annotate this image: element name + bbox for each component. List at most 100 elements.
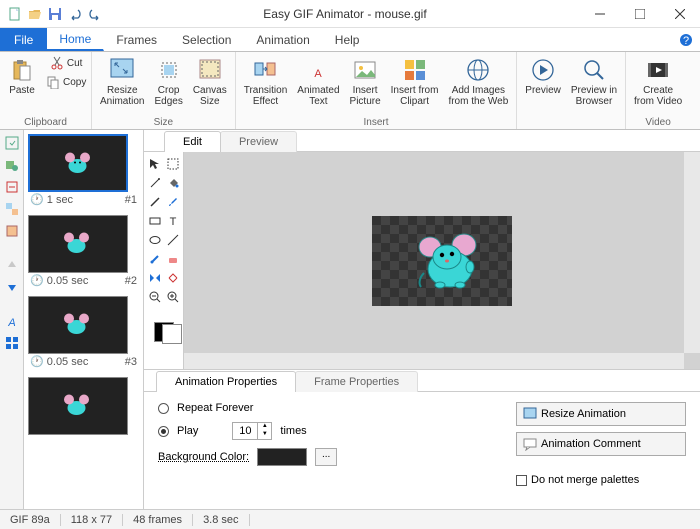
crop-edges-button[interactable]: Crop Edges bbox=[150, 54, 186, 109]
file-menu[interactable]: File bbox=[0, 28, 47, 51]
arrow-down-icon[interactable] bbox=[3, 278, 21, 296]
tool-palette: T bbox=[144, 152, 184, 369]
transition-effect-button[interactable]: Transition Effect bbox=[240, 54, 292, 109]
rail-icon-1[interactable] bbox=[3, 134, 21, 152]
frame-1[interactable]: 🕐 1 sec#1 bbox=[28, 134, 139, 207]
pencil-tool[interactable] bbox=[147, 194, 163, 210]
minimize-button[interactable] bbox=[580, 0, 620, 28]
resize-animation-button[interactable]: Resize Animation bbox=[96, 54, 148, 109]
rail-icon-5[interactable] bbox=[3, 222, 21, 240]
arrow-up-icon[interactable] bbox=[3, 256, 21, 274]
eyedropper-tool[interactable] bbox=[147, 251, 163, 267]
vertical-scrollbar[interactable] bbox=[684, 152, 700, 353]
magnify-icon bbox=[580, 56, 608, 84]
play-count-spinner[interactable]: ▲▼ bbox=[232, 422, 272, 440]
canvas-icon bbox=[196, 56, 224, 84]
text-tool[interactable]: T bbox=[165, 213, 181, 229]
globe-icon bbox=[464, 56, 492, 84]
line-tool[interactable] bbox=[165, 232, 181, 248]
rail-icon-3[interactable] bbox=[3, 178, 21, 196]
animation-comment-link[interactable]: Animation Comment bbox=[516, 432, 686, 456]
svg-text:?: ? bbox=[683, 35, 689, 47]
bucket-tool[interactable] bbox=[165, 175, 181, 191]
tab-home[interactable]: Home bbox=[47, 28, 104, 51]
menu-bar: File Home Frames Selection Animation Hel… bbox=[0, 28, 700, 52]
tab-animation[interactable]: Animation bbox=[244, 28, 322, 51]
frame-2[interactable]: 🕐 0.05 sec#2 bbox=[28, 215, 139, 288]
tab-frames[interactable]: Frames bbox=[104, 28, 170, 51]
quick-access-toolbar bbox=[0, 5, 110, 23]
rail-icon-2[interactable] bbox=[3, 156, 21, 174]
cut-button[interactable]: Cut bbox=[42, 54, 89, 72]
status-frames: 48 frames bbox=[123, 514, 193, 526]
add-from-web-button[interactable]: Add Images from the Web bbox=[444, 54, 512, 109]
pointer-tool[interactable] bbox=[147, 156, 163, 172]
bgcolor-browse[interactable]: ... bbox=[315, 448, 337, 466]
frames-panel[interactable]: 🕐 1 sec#1 🕐 0.05 sec#2 🕐 0.05 sec#3 bbox=[24, 130, 144, 509]
merge-palettes-checkbox[interactable]: Do not merge palettes bbox=[516, 474, 686, 486]
status-dims: 118 x 77 bbox=[61, 514, 123, 526]
bgcolor-swatch[interactable] bbox=[257, 448, 307, 466]
wand-tool[interactable] bbox=[147, 175, 163, 191]
marquee-tool[interactable] bbox=[165, 156, 181, 172]
insert-clipart-button[interactable]: Insert from Clipart bbox=[387, 54, 443, 109]
create-from-video-button[interactable]: Create from Video bbox=[630, 54, 686, 109]
status-bar: GIF 89a 118 x 77 48 frames 3.8 sec bbox=[0, 509, 700, 529]
help-icon[interactable]: ? bbox=[672, 28, 700, 51]
tab-frame-properties[interactable]: Frame Properties bbox=[295, 371, 418, 392]
window-title: Easy GIF Animator - mouse.gif bbox=[110, 7, 580, 21]
repeat-forever-radio[interactable]: Repeat Forever bbox=[158, 402, 476, 414]
ellipse-tool[interactable] bbox=[147, 232, 163, 248]
frame-4[interactable] bbox=[28, 377, 139, 435]
rail-grid-icon[interactable] bbox=[3, 334, 21, 352]
animated-text-button[interactable]: AAnimated Text bbox=[293, 54, 343, 109]
play-radio[interactable]: Play ▲▼ times bbox=[158, 422, 476, 440]
bgcolor-label: Background Color: bbox=[158, 451, 249, 463]
mouse-sprite bbox=[412, 231, 492, 296]
zoom-out-tool[interactable] bbox=[147, 289, 163, 305]
canvas-area bbox=[184, 152, 700, 369]
picture-icon bbox=[351, 56, 379, 84]
brush-tool[interactable] bbox=[165, 194, 181, 210]
new-icon[interactable] bbox=[6, 5, 24, 23]
editor-tab-edit[interactable]: Edit bbox=[164, 131, 221, 152]
zoom-in-tool[interactable] bbox=[165, 289, 181, 305]
frame-3[interactable]: 🕐 0.05 sec#3 bbox=[28, 296, 139, 369]
copy-button[interactable]: Copy bbox=[42, 73, 89, 91]
preview-button[interactable]: Preview bbox=[521, 54, 565, 98]
ribbon-size: Resize Animation Crop Edges Canvas Size … bbox=[92, 52, 236, 129]
redo-icon[interactable] bbox=[86, 5, 104, 23]
save-icon[interactable] bbox=[46, 5, 64, 23]
status-format: GIF 89a bbox=[0, 514, 61, 526]
tab-help[interactable]: Help bbox=[323, 28, 373, 51]
close-button[interactable] bbox=[660, 0, 700, 28]
tab-selection[interactable]: Selection bbox=[170, 28, 244, 51]
preview-icon bbox=[529, 56, 557, 84]
canvas-size-button[interactable]: Canvas Size bbox=[189, 54, 231, 109]
resize-icon bbox=[108, 56, 136, 84]
undo-icon[interactable] bbox=[66, 5, 84, 23]
resize-animation-link[interactable]: Resize Animation bbox=[516, 402, 686, 426]
tab-animation-properties[interactable]: Animation Properties bbox=[156, 371, 296, 392]
bg-color-swatch[interactable] bbox=[162, 324, 182, 344]
open-icon[interactable] bbox=[26, 5, 44, 23]
rail-icon-4[interactable] bbox=[3, 200, 21, 218]
rail-text-icon[interactable]: A bbox=[3, 312, 21, 330]
flip-v-tool[interactable] bbox=[165, 270, 181, 286]
edit-pane: Edit Preview T bbox=[144, 130, 700, 509]
editor-tabs: Edit Preview bbox=[144, 130, 700, 152]
eraser-tool[interactable] bbox=[165, 251, 181, 267]
properties-panel: Animation Properties Frame Properties Re… bbox=[144, 369, 700, 509]
insert-picture-button[interactable]: Insert Picture bbox=[346, 54, 385, 109]
svg-text:A: A bbox=[315, 68, 323, 80]
play-count-input[interactable] bbox=[233, 423, 257, 439]
rect-tool[interactable] bbox=[147, 213, 163, 229]
ribbon: Paste Cut Copy Clipboard Resize Animatio… bbox=[0, 52, 700, 130]
canvas[interactable] bbox=[372, 216, 512, 306]
horizontal-scrollbar[interactable] bbox=[184, 353, 684, 369]
maximize-button[interactable] bbox=[620, 0, 660, 28]
editor-tab-preview[interactable]: Preview bbox=[220, 131, 297, 152]
flip-h-tool[interactable] bbox=[147, 270, 163, 286]
preview-browser-button[interactable]: Preview in Browser bbox=[567, 54, 621, 109]
paste-button[interactable]: Paste bbox=[4, 54, 40, 98]
